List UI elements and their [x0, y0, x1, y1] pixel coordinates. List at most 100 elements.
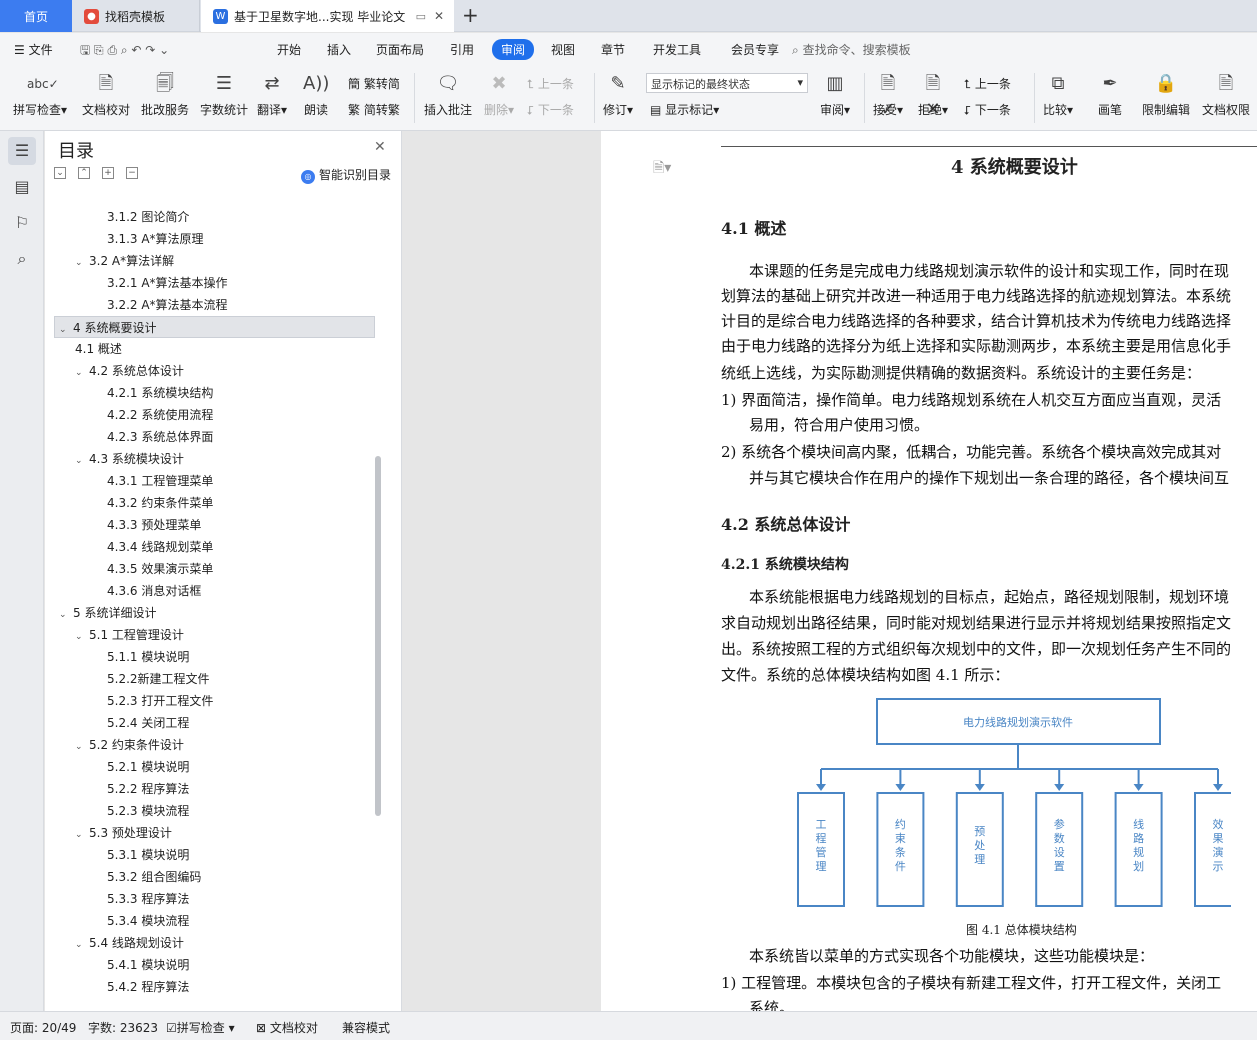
expand-up-icon[interactable]: ⌃ — [78, 167, 90, 179]
toc-item[interactable]: 5.2.4 关闭工程 — [107, 712, 189, 734]
toc-item[interactable]: ⌄ 4 系统概要设计 — [54, 316, 375, 338]
next-comment-button[interactable]: ⮦ 下一条 — [527, 101, 574, 118]
restrict-edit-button[interactable]: 🔒 限制编辑 — [1138, 71, 1194, 118]
simp-to-trad-button[interactable]: 繁 简转繁 — [348, 101, 400, 118]
chevron-down-icon[interactable]: ⌄ — [75, 934, 89, 956]
toc-item[interactable]: 4.3.2 约束条件菜单 — [107, 492, 213, 514]
toc-item[interactable]: ⌄ 5.1 工程管理设计 — [75, 624, 184, 646]
toc-icon[interactable]: ☰ — [8, 137, 36, 165]
read-aloud-button[interactable]: A)) 朗读 — [292, 71, 340, 118]
toc-item[interactable]: 5.3.4 模块流程 — [107, 910, 189, 932]
prev-change-button[interactable]: ⮤ 上一条 — [964, 75, 1011, 92]
toc-item[interactable]: 4.3.4 线路规划菜单 — [107, 536, 213, 558]
status-doc-proof[interactable]: ⊠ 文档校对 — [256, 1019, 318, 1036]
smart-toc-button[interactable]: ◎ 智能识别目录 — [301, 166, 391, 184]
chevron-down-icon[interactable]: ⌄ — [75, 626, 89, 648]
menu-view[interactable]: 视图 — [551, 41, 575, 58]
toc-item[interactable]: ⌄ 5 系统详细设计 — [59, 602, 156, 624]
page-indicator[interactable]: 页面: 20/49 — [10, 1019, 76, 1036]
show-markup-button[interactable]: ▤ 显示标记▾ — [650, 101, 719, 118]
accept-button[interactable]: 🗎✓ 接受▾ — [866, 71, 910, 120]
word-count[interactable]: 字数: 23623 — [88, 1019, 158, 1036]
remove-heading-icon[interactable]: − — [126, 167, 138, 179]
compare-button[interactable]: ⧉ 比较▾ — [1034, 71, 1082, 118]
chevron-down-icon[interactable]: ⌄ — [75, 252, 89, 274]
menu-review[interactable]: 审阅 — [492, 39, 535, 60]
toc-item[interactable]: 4.3.1 工程管理菜单 — [107, 470, 213, 492]
tab-home[interactable]: 首页 — [0, 0, 72, 32]
command-search[interactable]: ⌕ 查找命令、搜索模板 — [792, 41, 911, 58]
menu-home[interactable]: 开始 — [277, 41, 301, 58]
toc-item[interactable]: 4.1 概述 — [75, 338, 122, 360]
review-pane-button[interactable]: ▥ 审阅▾ — [808, 71, 862, 118]
toc-item[interactable]: 4.3.3 预处理菜单 — [107, 514, 201, 536]
toc-item[interactable]: 5.2.2 程序算法 — [107, 778, 189, 800]
trad-to-simp-button[interactable]: 簡 繁转简 — [348, 75, 400, 92]
toc-item[interactable]: 5.3.2 组合图编码 — [107, 866, 201, 888]
toc-item[interactable]: 5.4.1 模块说明 — [107, 954, 189, 976]
menu-developer[interactable]: 开发工具 — [653, 41, 701, 58]
chevron-down-icon[interactable]: ⌄ — [75, 450, 89, 472]
toc-item[interactable]: 4.2.3 系统总体界面 — [107, 426, 213, 448]
menu-member[interactable]: 会员专享 — [731, 41, 779, 58]
toc-item[interactable]: 4.3.6 消息对话框 — [107, 580, 201, 602]
toc-item[interactable]: 3.2.2 A*算法基本流程 — [107, 294, 228, 316]
chevron-down-icon[interactable]: ⌄ — [59, 319, 73, 341]
chevron-down-icon[interactable]: ⌄ — [75, 362, 89, 384]
toc-item[interactable]: 5.3.1 模块说明 — [107, 844, 189, 866]
quick-access-icons[interactable]: 🖫 ⎘ ⎙ ⌕ ↶ ↷ ⌄ — [80, 41, 169, 62]
toc-scrollbar[interactable] — [375, 456, 381, 816]
toc-item[interactable]: 5.4.2 程序算法 — [107, 976, 189, 998]
menu-references[interactable]: 引用 — [450, 41, 474, 58]
new-tab-button[interactable]: + — [462, 4, 479, 26]
chevron-down-icon[interactable]: ⌄ — [59, 604, 73, 626]
search-icon[interactable]: ⌕ — [8, 245, 36, 273]
close-tab-icon[interactable]: ✕ — [434, 9, 444, 23]
reject-button[interactable]: 🗎✕ 拒绝▾ — [910, 71, 956, 120]
spell-check-button[interactable]: abc✓ 拼写检查▾ — [10, 71, 70, 118]
translate-button[interactable]: ⇄ 翻译▾ — [246, 71, 298, 118]
prev-comment-button[interactable]: ⮤ 上一条 — [527, 75, 574, 92]
chevron-down-icon[interactable]: ⌄ — [75, 736, 89, 758]
toc-item[interactable]: 3.1.3 A*算法原理 — [107, 228, 204, 250]
collapse-all-icon[interactable]: ⌄ — [54, 167, 66, 179]
track-changes-button[interactable]: ✎ 修订▾ — [596, 71, 640, 118]
delete-comment-button[interactable]: ✖ 删除▾ — [474, 71, 524, 118]
toc-item[interactable]: 5.2.2新建工程文件 — [107, 668, 210, 690]
toc-item[interactable]: 4.3.5 效果演示菜单 — [107, 558, 213, 580]
toc-item[interactable]: ⌄ 4.3 系统模块设计 — [75, 448, 184, 470]
chevron-down-icon[interactable]: ⌄ — [75, 824, 89, 846]
toc-item[interactable]: 5.2.1 模块说明 — [107, 756, 189, 778]
menu-insert[interactable]: 插入 — [327, 41, 351, 58]
toc-item[interactable]: 3.1.2 图论简介 — [107, 206, 189, 228]
menu-chapter[interactable]: 章节 — [601, 41, 625, 58]
doc-permission-button[interactable]: 🗎 文档权限 — [1198, 71, 1254, 118]
document-page[interactable]: 🗎▾ 4 系统概要设计 4.1 概述 本课题的任务是完成电力线路规划演示软件的设… — [601, 131, 1257, 1011]
markup-mode-select[interactable]: 显示标记的最终状态 ▾ — [646, 73, 808, 93]
toc-item[interactable]: ⌄ 5.2 约束条件设计 — [75, 734, 184, 756]
toc-item[interactable]: 5.1.1 模块说明 — [107, 646, 189, 668]
close-icon[interactable]: ✕ — [374, 139, 386, 155]
bookmark-icon[interactable]: ⚐ — [8, 209, 36, 237]
tab-document[interactable]: W 基于卫星数字地...实现 毕业论文 ▭ ✕ — [201, 0, 454, 32]
pen-button[interactable]: ✒ 画笔 — [1088, 71, 1132, 118]
add-heading-icon[interactable]: + — [102, 167, 114, 179]
menu-file[interactable]: ☰ 文件 — [14, 41, 53, 58]
next-change-button[interactable]: ⮦ 下一条 — [964, 101, 1011, 118]
status-spell-check[interactable]: ☑拼写检查 ▾ — [166, 1019, 235, 1036]
toc-item[interactable]: ⌄ 4.2 系统总体设计 — [75, 360, 184, 382]
menu-layout[interactable]: 页面布局 — [376, 41, 424, 58]
toc-item[interactable]: 5.2.3 打开工程文件 — [107, 690, 213, 712]
toc-item[interactable]: 4.2.1 系统模块结构 — [107, 382, 213, 404]
toc-item[interactable]: 5.3.3 程序算法 — [107, 888, 189, 910]
page-options-icon[interactable]: 🗎▾ — [653, 157, 671, 181]
doc-proof-button[interactable]: 🗎 文档校对 — [76, 71, 136, 118]
tab-templates[interactable]: ● 找稻壳模板 — [72, 0, 200, 32]
toc-item[interactable]: 5.2.3 模块流程 — [107, 800, 189, 822]
toc-item[interactable]: ⌄ 5.4 线路规划设计 — [75, 932, 184, 954]
insert-comment-button[interactable]: 🗨 插入批注 — [418, 71, 478, 118]
word-count-button[interactable]: ☰ 字数统计 — [194, 71, 254, 118]
toc-item[interactable]: 4.2.2 系统使用流程 — [107, 404, 213, 426]
chapter-nav-icon[interactable]: ▤ — [8, 173, 36, 201]
toc-item[interactable]: ⌄ 5.3 预处理设计 — [75, 822, 172, 844]
